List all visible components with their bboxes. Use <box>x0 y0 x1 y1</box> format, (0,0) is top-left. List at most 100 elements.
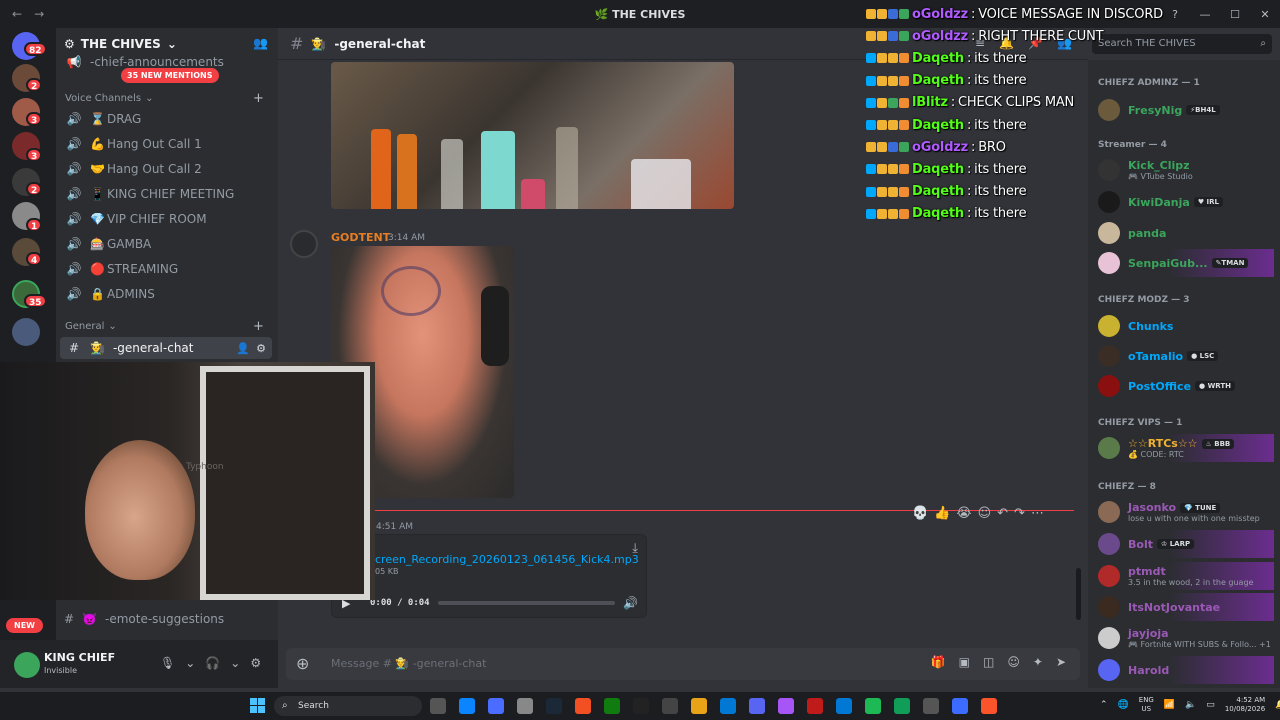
reply-icon[interactable]: ↶ <box>997 506 1008 521</box>
send-icon[interactable]: ➤ <box>1056 655 1066 669</box>
headphones-icon[interactable]: 🎧 <box>205 656 220 670</box>
voice-channel[interactable]: 🔊 🔒 ADMINS <box>60 283 272 305</box>
taskbar-search[interactable]: ⌕ Search <box>274 696 422 716</box>
avatar[interactable] <box>14 652 40 678</box>
taskbar-app-icon[interactable] <box>952 698 968 714</box>
member-item[interactable]: jayjoja 🎮 Fortnite WITH SUBS & Follo... +… <box>1098 624 1274 652</box>
attachment-filename[interactable]: creen_Recording_20260123_061456_Kick4.mp… <box>375 553 639 566</box>
speaker-icon[interactable]: 🔈 <box>1185 700 1196 710</box>
new-mentions-pill[interactable]: 35 NEW MENTIONS <box>121 68 219 83</box>
taskbar-app-icon[interactable] <box>662 698 678 714</box>
member-item[interactable]: Kick_Clipz 🎮 VTube Studio <box>1098 156 1274 184</box>
language-indicator[interactable]: ENG US <box>1139 696 1154 714</box>
avatar[interactable] <box>290 230 318 258</box>
message-input[interactable]: ⊕ Message # 👨‍🌾 -general-chat 🎁 ▣ ◫ ☺ ✦ … <box>286 648 1080 680</box>
help-icon[interactable]: ? <box>1160 0 1190 28</box>
member-item[interactable]: FresyNig ⚡BH4L <box>1098 96 1274 124</box>
member-item[interactable]: Harold <box>1098 656 1274 684</box>
taskbar-app-icon[interactable] <box>604 698 620 714</box>
taskbar-app-icon[interactable] <box>430 698 446 714</box>
taskbar-app-icon[interactable] <box>633 698 649 714</box>
member-item[interactable]: ☆☆RTCs☆☆ ♨ BBB 💰 CODE: RTC <box>1098 434 1274 462</box>
voice-category[interactable]: Voice Channels ⌄ + <box>65 91 264 106</box>
member-item[interactable]: Chunks <box>1098 312 1274 340</box>
taskbar-app-icon[interactable] <box>488 698 504 714</box>
invite-icon[interactable]: 👤 <box>236 342 250 355</box>
member-item[interactable]: KiwiDanja ♥ IRL <box>1098 188 1274 216</box>
network-icon[interactable]: 🌐 <box>1118 700 1129 710</box>
member-item[interactable]: oTamalio ● LSC <box>1098 342 1274 370</box>
member-item[interactable]: Bolt ♔ LARP <box>1098 530 1274 558</box>
voice-channel[interactable]: 🔊 💎 VIP CHIEF ROOM <box>60 208 272 230</box>
taskbar-app-icon[interactable] <box>807 698 823 714</box>
upload-plus-icon[interactable]: ⊕ <box>296 654 309 673</box>
volume-icon[interactable]: 🔊 <box>623 596 638 610</box>
add-member-icon[interactable]: 👥 <box>253 36 268 50</box>
member-item[interactable]: SenpaiGub... ✎TMAN <box>1098 249 1274 277</box>
channel-emote-suggestions[interactable]: # 👿 -emote-suggestions <box>64 612 224 626</box>
taskbar-app-icon[interactable] <box>546 698 562 714</box>
member-item[interactable]: panda <box>1098 219 1274 247</box>
back-arrow-icon[interactable]: ← <box>12 7 22 21</box>
server-icon[interactable] <box>12 318 40 346</box>
search-input[interactable]: Search THE CHIVES ⌕ <box>1092 34 1272 54</box>
chevron-up-icon[interactable]: ⌃ <box>1100 700 1108 710</box>
microphone-icon[interactable]: 🎙 <box>160 656 175 670</box>
voice-channel[interactable]: 🔊 🤝 Hang Out Call 2 <box>60 158 272 180</box>
chevron-down-icon[interactable]: ⌄ <box>230 656 240 670</box>
voice-channel[interactable]: 🔊 🎰 GAMBA <box>60 233 272 255</box>
taskbar-app-icon[interactable] <box>749 698 765 714</box>
add-reaction-icon[interactable]: ☺ <box>978 506 992 521</box>
forward-icon[interactable]: ↷ <box>1014 506 1025 521</box>
clock[interactable]: 4:52 AM 10/08/2026 <box>1225 696 1265 714</box>
taskbar-app-icon[interactable] <box>720 698 736 714</box>
general-category[interactable]: General ⌄ + <box>65 319 264 334</box>
emoji-icon[interactable]: ☺ <box>1007 655 1020 669</box>
thumbsup-react-icon[interactable]: 👍 <box>934 506 950 521</box>
message-author[interactable]: GODTENT <box>331 231 390 244</box>
battery-icon[interactable]: ▭ <box>1206 700 1215 710</box>
taskbar-app-icon[interactable] <box>691 698 707 714</box>
channel-general-chat[interactable]: # 👨‍🌾 -general-chat 👤 ⚙ <box>60 337 272 359</box>
taskbar-app-icon[interactable] <box>981 698 997 714</box>
settings-icon[interactable]: ⚙ <box>256 342 266 355</box>
crying-react-icon[interactable]: 😭 <box>956 506 971 521</box>
chevron-down-icon[interactable]: ⌄ <box>185 656 195 670</box>
wifi-icon[interactable]: 📶 <box>1164 700 1175 710</box>
voice-channel[interactable]: 🔊 🔴 STREAMING <box>60 258 272 280</box>
taskbar-app-icon[interactable] <box>459 698 475 714</box>
chat-scrollbar[interactable] <box>1076 568 1081 620</box>
taskbar-app-icon[interactable] <box>836 698 852 714</box>
sticker-icon[interactable]: ◫ <box>983 655 994 669</box>
windows-start-icon[interactable] <box>250 698 265 713</box>
audio-progress-bar[interactable] <box>437 601 616 605</box>
taskbar-app-icon[interactable] <box>517 698 533 714</box>
image-attachment[interactable] <box>331 62 734 209</box>
maximize-icon[interactable]: ☐ <box>1220 0 1250 28</box>
notification-icon[interactable]: 🔔 <box>1275 700 1280 710</box>
voice-channel[interactable]: 🔊 💪 Hang Out Call 1 <box>60 133 272 155</box>
more-icon[interactable]: ⋯ <box>1031 506 1044 521</box>
member-item[interactable]: Jasonko 💎 TUNE lose u with one with one mi… <box>1098 498 1274 526</box>
settings-icon[interactable]: ⚙ <box>250 656 261 670</box>
minimize-icon[interactable]: — <box>1190 0 1220 28</box>
taskbar-app-icon[interactable] <box>778 698 794 714</box>
voice-channel[interactable]: 🔊 📱 KING CHIEF MEETING <box>60 183 272 205</box>
forward-arrow-icon[interactable]: → <box>34 7 44 21</box>
new-unreads-pill[interactable]: NEW <box>6 618 43 633</box>
download-icon[interactable]: ⤓ <box>632 541 638 556</box>
gift-icon[interactable]: 🎁 <box>931 655 946 669</box>
add-channel-icon[interactable]: + <box>253 91 264 106</box>
taskbar-app-icon[interactable] <box>865 698 881 714</box>
taskbar-app-icon[interactable] <box>894 698 910 714</box>
gif-icon[interactable]: ▣ <box>959 655 970 669</box>
username[interactable]: KING CHIEF <box>44 651 115 664</box>
member-item[interactable]: PostOffice ● WRTH <box>1098 372 1274 400</box>
close-icon[interactable]: ✕ <box>1250 0 1280 28</box>
taskbar-app-icon[interactable] <box>923 698 939 714</box>
skull-react-icon[interactable]: 💀 <box>912 506 928 521</box>
member-item[interactable]: ItsNotJovantae <box>1098 593 1274 621</box>
add-channel-icon[interactable]: + <box>253 319 264 334</box>
taskbar-app-icon[interactable] <box>575 698 591 714</box>
apps-icon[interactable]: ✦ <box>1033 655 1043 669</box>
